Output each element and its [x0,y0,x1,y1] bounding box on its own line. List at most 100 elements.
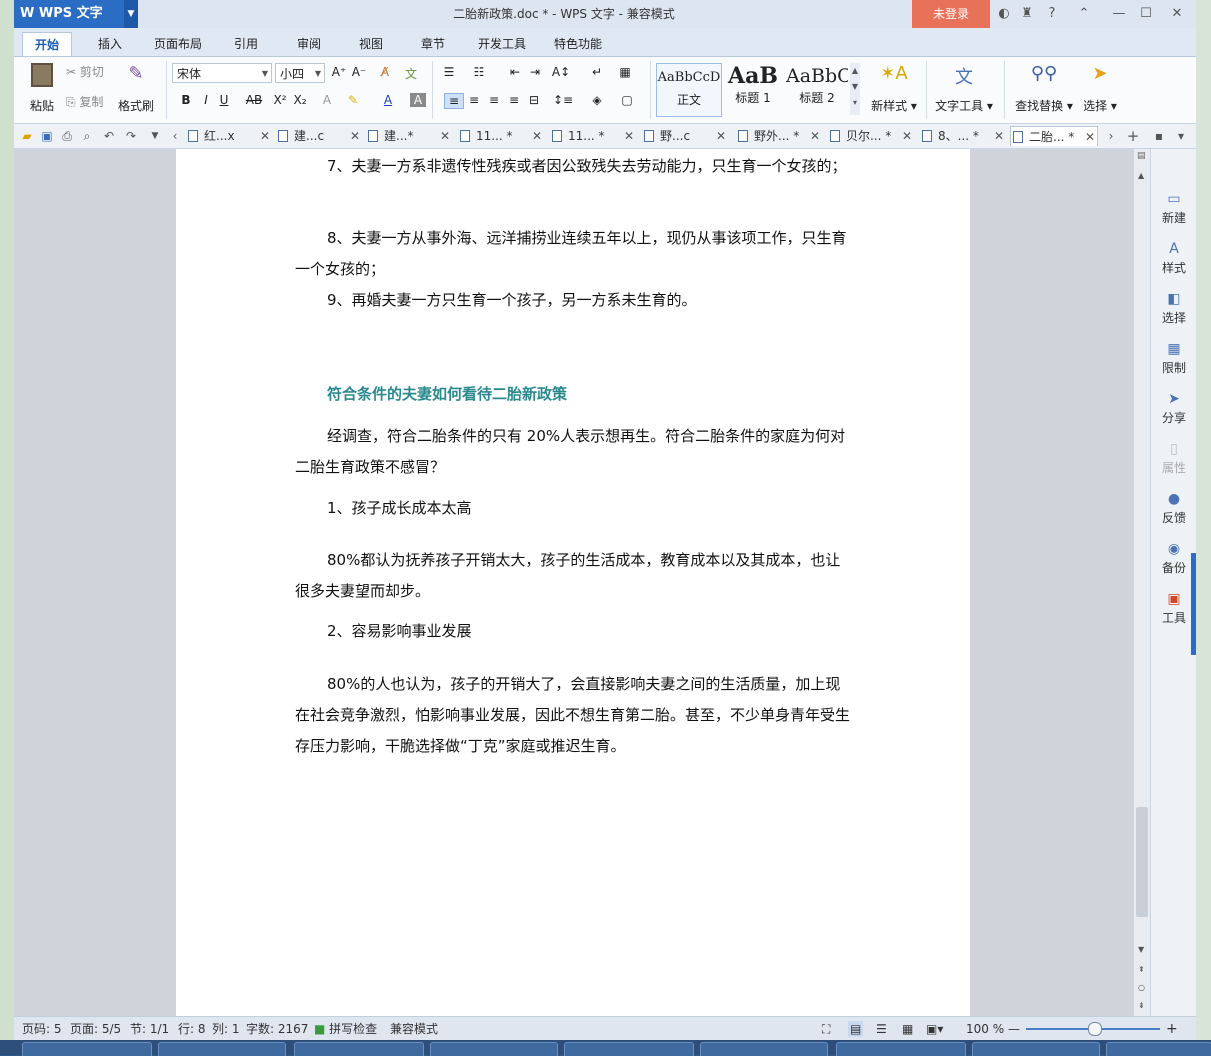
body-paragraph[interactable]: 经调查，符合二胎条件的只有 20%人表示想再生。符合二胎条件的家庭为何对二胎生育… [295,421,850,483]
tab-insert[interactable]: 插入 [86,32,134,56]
doc-tab[interactable]: 红...x ✕ [186,126,272,146]
font-name-select[interactable]: 宋体 ▼ [172,63,272,83]
table-icon[interactable]: ▦ [616,65,634,79]
phonetic-guide-icon[interactable]: 文 [400,65,422,82]
select-button[interactable]: ➤ 选择 ▾ [1078,63,1122,115]
close-tab-icon[interactable]: ✕ [260,126,270,146]
close-tab-icon[interactable]: ✕ [350,126,360,146]
pane-tools-button[interactable]: ▣ 工具 [1151,585,1196,633]
doc-tab-active[interactable]: 二胎... * ✕ [1010,126,1098,146]
superscript-icon[interactable]: X² [272,93,288,107]
next-page-icon[interactable]: ⇟ [1138,1001,1145,1010]
pane-backup-button[interactable]: ◉ 备份 [1151,535,1196,583]
pane-share-button[interactable]: ➤ 分享 [1151,385,1196,433]
tab-view[interactable]: 视图 [347,32,395,56]
web-view-icon[interactable]: ▦ [902,1021,913,1037]
align-left-icon[interactable]: ≡ [444,93,464,109]
zoom-out-icon[interactable]: — [1008,1021,1020,1037]
paragraph-mark-icon[interactable]: ↵ [588,65,606,79]
copy-button[interactable]: ⎘ 复制 [66,93,103,110]
tab-scroll-right-icon[interactable]: › [1102,127,1120,145]
pane-new-button[interactable]: ▭ 新建 [1151,185,1196,233]
body-paragraph[interactable]: 1、孩子成长成本太高 [295,493,850,524]
text-effect-icon[interactable]: A [319,93,335,107]
styles-scroll-icon[interactable]: ▲ ▼ ▾ [850,63,860,115]
strikethrough-icon[interactable]: AB [244,93,264,107]
find-replace-button[interactable]: ⚲⚲ 查找替换 ▾ [1012,63,1076,115]
taskbar-item[interactable] [700,1042,828,1056]
bullet-list-icon[interactable]: ☰ [440,65,458,79]
vertical-scrollbar[interactable]: ▤ ▲ ▼ ⇞ ○ ⇟ [1134,149,1150,1016]
text-direction-icon[interactable]: A↕ [550,65,572,79]
distributed-icon[interactable]: ⊟ [525,93,543,107]
redo-icon[interactable]: ↷ [122,127,140,145]
body-paragraph[interactable]: 80%都认为抚养孩子开销太大，孩子的生活成本，教育成本以及其成本，也让很多夫妻望… [295,545,850,607]
app-menu-button[interactable]: W WPS 文字 [14,0,124,28]
fill-color-icon[interactable]: ◈ [586,93,608,107]
document-page[interactable]: 7、夫妻一方系非遗传性残疾或者因公致残失去劳动能力，只生育一个女孩的； 8、夫妻… [176,149,970,1016]
align-right-icon[interactable]: ≡ [485,93,503,107]
subscript-icon[interactable]: X₂ [292,93,308,107]
scrollbar-thumb[interactable] [1136,807,1148,917]
body-paragraph[interactable]: 80%的人也认为，孩子的开销大了，会直接影响夫妻之间的生活质量，加上现在社会竞争… [295,669,850,762]
body-paragraph[interactable]: 2、容易影响事业发展 [295,616,850,647]
close-tab-icon[interactable]: ✕ [902,126,912,146]
prev-page-icon[interactable]: ⇞ [1138,965,1145,974]
save-icon[interactable]: ▣ [38,127,56,145]
close-tab-icon[interactable]: ✕ [532,126,542,146]
body-paragraph[interactable]: 7、夫妻一方系非遗传性残疾或者因公致残失去劳动能力，只生育一个女孩的； [295,151,850,182]
maximize-icon[interactable]: ☐ [1136,4,1156,24]
tab-review[interactable]: 审阅 [285,32,333,56]
style-heading-1[interactable]: AaB 标题 1 [722,63,784,115]
split-view-icon[interactable]: ▤ [1137,151,1146,161]
doc-tab[interactable]: 野...c ✕ [642,126,728,146]
doc-tab[interactable]: 建...c ✕ [276,126,362,146]
taskbar-item[interactable] [836,1042,966,1056]
clear-format-icon[interactable]: A̸ [376,65,394,79]
browse-object-icon[interactable]: ○ [1138,983,1145,992]
taskbar-item[interactable] [972,1042,1100,1056]
numbered-list-icon[interactable]: ☷ [470,65,488,79]
tab-home[interactable]: 开始 [22,32,73,57]
close-tab-icon[interactable]: ✕ [810,126,820,146]
grow-font-icon[interactable]: A⁺ [330,65,348,79]
new-tab-icon[interactable]: + [1124,127,1142,145]
align-center-icon[interactable]: ≡ [465,93,483,107]
tab-scroll-left-icon[interactable]: ‹ [166,127,184,145]
minimize-icon[interactable]: — [1109,4,1129,24]
body-paragraph[interactable]: 9、再婚夫妻一方只生育一个孩子，另一方系未生育的。 [295,285,850,316]
format-painter-button[interactable]: ✎ 格式刷 [116,63,156,115]
increase-indent-icon[interactable]: ⇥ [526,65,544,79]
doc-tab[interactable]: 11... * ✕ [458,126,544,146]
undo-icon[interactable]: ↶ [100,127,118,145]
close-icon[interactable]: ✕ [1167,4,1187,24]
close-tab-icon[interactable]: ✕ [1085,127,1095,147]
italic-icon[interactable]: I [198,93,214,107]
page-view-icon[interactable]: ▤ [848,1021,864,1037]
pane-style-button[interactable]: A 样式 [1151,235,1196,283]
scroll-down-icon[interactable]: ▼ [1138,945,1144,954]
taskbar-item[interactable] [430,1042,558,1056]
close-tab-icon[interactable]: ✕ [994,126,1004,146]
status-pages[interactable]: 页面: 5/5 [70,1021,121,1037]
outline-view-icon[interactable]: ☰ [876,1021,887,1037]
reading-mode-icon[interactable]: ▣▾ [926,1021,943,1037]
line-spacing-icon[interactable]: ↕≡ [552,93,574,107]
tab-developer[interactable]: 开发工具 [466,32,538,56]
text-tools-button[interactable]: 文 文字工具 ▾ [932,63,996,115]
pane-restrict-button[interactable]: ▦ 限制 [1151,335,1196,383]
shrink-font-icon[interactable]: A⁻ [350,65,368,79]
zoom-slider-thumb[interactable] [1088,1022,1102,1036]
style-normal[interactable]: AaBbCcD 正文 [656,63,722,117]
close-tab-icon[interactable]: ✕ [624,126,634,146]
close-tab-icon[interactable]: ✕ [440,126,450,146]
customize-toolbar-icon[interactable]: ▼ [146,127,164,145]
scroll-up-icon[interactable]: ▲ [1138,171,1144,180]
skin-icon[interactable]: ◐ [994,4,1014,24]
status-spell-check[interactable]: ■ 拼写检查 [314,1021,377,1037]
tab-page-layout[interactable]: 页面布局 [142,32,214,56]
help-icon[interactable]: ? [1042,4,1062,24]
doc-tab[interactable]: 建...* ✕ [366,126,452,146]
doc-tab[interactable]: 11... * ✕ [550,126,636,146]
pane-feedback-button[interactable]: ● 反馈 [1151,485,1196,533]
